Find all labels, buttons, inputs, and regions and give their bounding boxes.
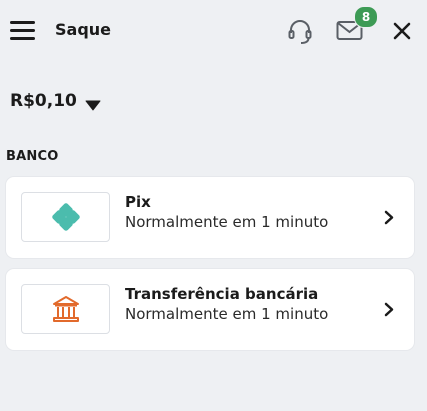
chevron-right-icon [384, 210, 394, 225]
pix-logo [21, 192, 110, 242]
notification-badge: 8 [354, 6, 378, 28]
method-title: Transferência bancária [125, 285, 319, 303]
close-button[interactable] [393, 22, 411, 40]
menu-icon-line [10, 37, 35, 40]
balance-dropdown[interactable] [85, 96, 101, 115]
close-icon [393, 22, 411, 40]
method-title: Pix [125, 193, 151, 211]
bank-icon [52, 296, 79, 322]
headset-icon [288, 20, 312, 44]
caret-down-icon [85, 100, 101, 111]
header: Saque 8 [0, 0, 427, 62]
page-title: Saque [55, 20, 112, 39]
chevron-right-icon [384, 302, 394, 317]
payment-method-pix[interactable]: Pix Normalmente em 1 minuto [6, 177, 414, 258]
menu-button[interactable] [10, 19, 36, 43]
balance-amount[interactable]: R$0,10 [10, 91, 77, 111]
section-label: BANCO [6, 149, 59, 164]
menu-icon-line [10, 21, 35, 24]
bank-logo [21, 284, 110, 334]
method-subtitle: Normalmente em 1 minuto [125, 213, 329, 231]
pix-icon [51, 203, 80, 231]
support-button[interactable] [287, 18, 313, 46]
payment-method-bank-transfer[interactable]: Transferência bancária Normalmente em 1 … [6, 269, 414, 350]
method-subtitle: Normalmente em 1 minuto [125, 305, 329, 323]
menu-icon-line [10, 29, 35, 32]
